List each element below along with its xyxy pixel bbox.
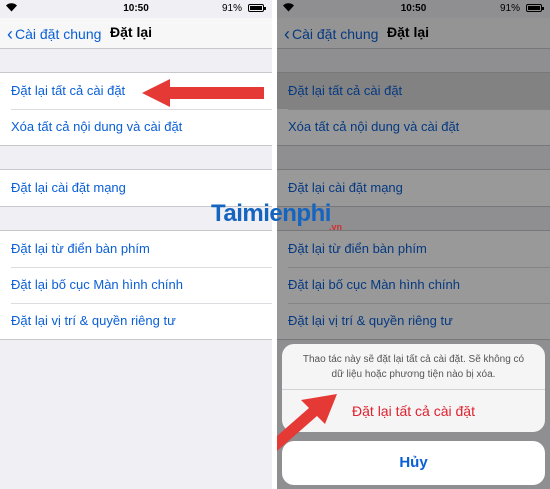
cancel-button[interactable]: Hủy: [282, 441, 545, 485]
confirm-reset-button[interactable]: Đặt lại tất cả cài đặt: [282, 390, 545, 432]
navigation-bar: ‹ Cài đặt chung Đặt lại: [0, 18, 272, 49]
taimienphi-watermark: Taimienphi .vn: [211, 200, 351, 238]
battery-percent: 91%: [221, 3, 242, 14]
watermark-logo-text: Taimienphi: [211, 200, 331, 227]
settings-screen-left: 10:50 91% ‹ Cài đặt chung Đặt lại Đặt lại…: [0, 0, 272, 489]
reset-all-settings-row[interactable]: Đặt lại tất cả cài đặt: [0, 73, 272, 109]
reset-location-privacy-row[interactable]: Đặt lại vị trí & quyền riêng tư: [0, 303, 272, 339]
action-sheet: Thao tác này sẽ đặt lại tất cả cài đặt. …: [282, 344, 545, 432]
reset-home-layout-row[interactable]: Đặt lại bố cục Màn hình chính: [0, 267, 272, 303]
watermark-domain: .vn: [329, 222, 343, 232]
page-title: Đặt lại: [110, 24, 153, 40]
status-bar: 10:50 91%: [0, 0, 272, 18]
back-button[interactable]: ‹ Cài đặt chung: [7, 23, 101, 44]
chevron-left-icon: ‹: [7, 24, 13, 44]
reset-group-1: Đặt lại tất cả cài đặt Xóa tất cả nội du…: [0, 72, 272, 146]
battery-icon: [248, 4, 266, 12]
settings-screen-right: 10:50 91% ‹ Cài đặt chung Đặt lại Đặt lại…: [277, 0, 550, 489]
reset-group-3: Đặt lại từ điển bàn phím Đặt lại bố cục …: [0, 230, 272, 340]
erase-all-content-row[interactable]: Xóa tất cả nội dung và cài đặt: [0, 109, 272, 145]
back-label: Cài đặt chung: [15, 26, 102, 42]
action-sheet-message: Thao tác này sẽ đặt lại tất cả cài đặt. …: [282, 344, 545, 390]
